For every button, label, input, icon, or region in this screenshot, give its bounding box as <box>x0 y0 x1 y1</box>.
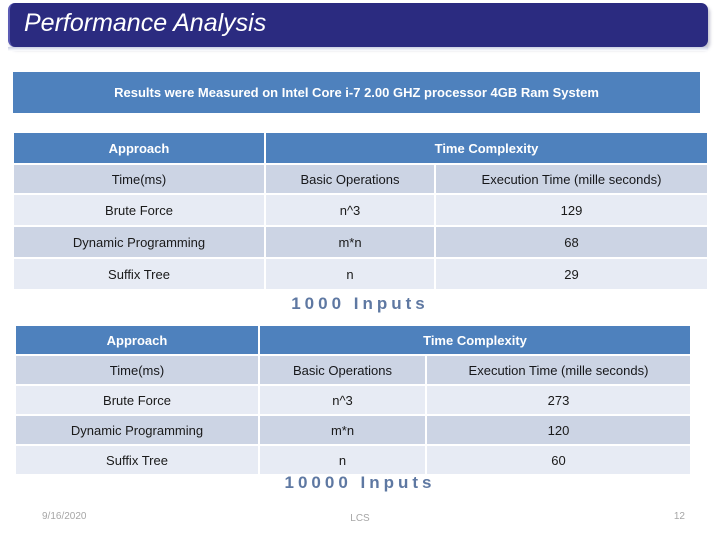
footer-title: LCS <box>350 513 370 524</box>
table-row: Suffix Tree n 60 <box>14 444 693 476</box>
column-subheader-basic-operations: Basic Operations <box>264 163 436 195</box>
column-subheader-time-ms: Time(ms) <box>14 354 260 386</box>
results-banner: Results were Measured on Intel Core i-7 … <box>13 72 700 113</box>
table-subheader-row: Time(ms) Basic Operations Execution Time… <box>14 354 693 386</box>
slide-footer: 9/16/2020 LCS 12 <box>0 508 720 532</box>
table-row: Brute Force n^3 129 <box>12 193 710 227</box>
cell-execution-time: 29 <box>433 257 710 291</box>
column-subheader-time-ms: Time(ms) <box>12 163 266 195</box>
column-subheader-basic-operations: Basic Operations <box>258 354 427 386</box>
column-subheader-execution-time: Execution Time (mille seconds) <box>433 163 710 195</box>
table-header-row: Approach Time Complexity <box>12 131 710 165</box>
caption-10000-inputs: 10000 Inputs <box>284 473 436 492</box>
table-subheader-row: Time(ms) Basic Operations Execution Time… <box>12 163 710 195</box>
cell-execution-time: 60 <box>424 444 693 476</box>
title-underline-divider <box>8 47 708 51</box>
cell-basic-operations: m*n <box>264 225 436 259</box>
cell-approach: Suffix Tree <box>12 257 266 291</box>
cell-approach: Dynamic Programming <box>14 414 260 446</box>
cell-approach: Dynamic Programming <box>12 225 266 259</box>
footer-page-number: 12 <box>673 511 685 522</box>
cell-basic-operations: m*n <box>258 414 427 446</box>
cell-approach: Suffix Tree <box>14 444 260 476</box>
cell-basic-operations: n <box>264 257 436 291</box>
column-subheader-execution-time: Execution Time (mille seconds) <box>424 354 693 386</box>
cell-basic-operations: n^3 <box>264 193 436 227</box>
cell-execution-time: 129 <box>433 193 710 227</box>
column-header-approach: Approach <box>14 324 260 356</box>
performance-table-1000-inputs: Approach Time Complexity Time(ms) Basic … <box>12 131 710 291</box>
slide-title-bar: Performance Analysis <box>8 3 708 47</box>
cell-approach: Brute Force <box>14 384 260 416</box>
cell-approach: Brute Force <box>12 193 266 227</box>
performance-table-10000-inputs: Approach Time Complexity Time(ms) Basic … <box>14 324 693 476</box>
table-row: Dynamic Programming m*n 120 <box>14 414 693 446</box>
cell-basic-operations: n^3 <box>258 384 427 416</box>
cell-execution-time: 120 <box>424 414 693 446</box>
cell-basic-operations: n <box>258 444 427 476</box>
table-header-row: Approach Time Complexity <box>14 324 693 356</box>
results-banner-text: Results were Measured on Intel Core i-7 … <box>114 85 599 100</box>
column-header-time-complexity: Time Complexity <box>263 131 710 165</box>
table-row: Suffix Tree n 29 <box>12 257 710 291</box>
table-row: Brute Force n^3 273 <box>14 384 693 416</box>
cell-execution-time: 273 <box>424 384 693 416</box>
table-row: Dynamic Programming m*n 68 <box>12 225 710 259</box>
column-header-approach: Approach <box>12 131 266 165</box>
cell-execution-time: 68 <box>433 225 710 259</box>
caption-1000-inputs: 1000 Inputs <box>291 294 429 313</box>
column-header-time-complexity: Time Complexity <box>257 324 693 356</box>
page-title: Performance Analysis <box>24 9 267 37</box>
